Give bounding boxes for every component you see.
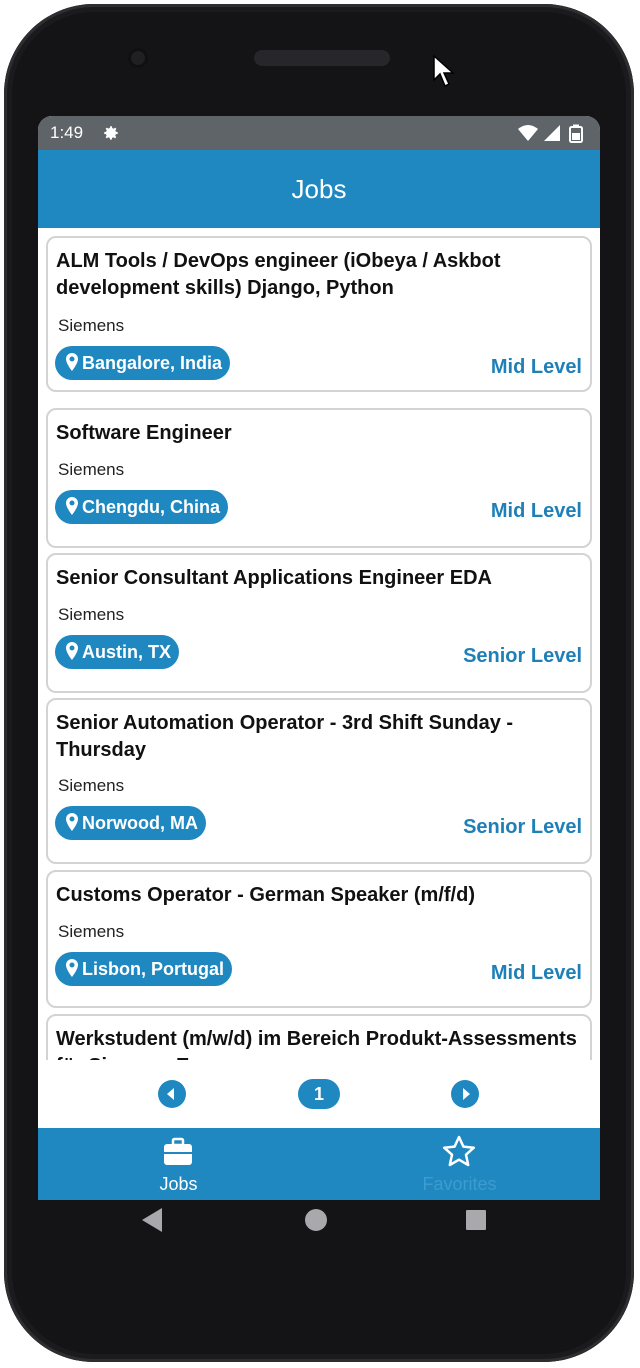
phone-frame: 1:49 Jobs ALM Tools / DevOps engineer (i… bbox=[4, 4, 634, 1362]
job-company: Siemens bbox=[58, 922, 125, 941]
job-level: Mid Level bbox=[490, 356, 582, 378]
job-title: ALM Tools / DevOps engineer (iObeya / As… bbox=[56, 250, 501, 299]
next-page-button[interactable] bbox=[451, 1080, 479, 1108]
gear-icon bbox=[104, 126, 118, 140]
tab-jobs[interactable]: Jobs bbox=[38, 1128, 319, 1200]
device-screen: 1:49 Jobs ALM Tools / DevOps engineer (i… bbox=[38, 116, 600, 1200]
chevron-right-icon bbox=[463, 1088, 470, 1100]
map-pin-icon bbox=[66, 813, 78, 831]
battery-icon bbox=[569, 124, 583, 143]
location-text: Bangalore, India bbox=[82, 353, 223, 373]
map-pin-icon bbox=[66, 353, 78, 371]
job-company: Siemens bbox=[58, 776, 125, 795]
job-company: Siemens bbox=[58, 460, 125, 479]
tab-favorites[interactable]: Favorites bbox=[319, 1128, 600, 1200]
job-title: Customs Operator - German Speaker (m/f/d… bbox=[56, 884, 475, 906]
job-card[interactable]: Customs Operator - German Speaker (m/f/d… bbox=[46, 870, 592, 1008]
page-title: Jobs bbox=[291, 174, 347, 204]
job-card[interactable]: Werkstudent (m/w/d) im Bereich Produkt-A… bbox=[46, 1014, 592, 1060]
recent-apps-icon bbox=[466, 1210, 486, 1230]
location-text: Norwood, MA bbox=[82, 813, 198, 833]
back-icon bbox=[142, 1208, 162, 1232]
previous-page-button[interactable] bbox=[158, 1080, 186, 1108]
briefcase-icon bbox=[164, 1137, 192, 1165]
job-level: Mid Level bbox=[490, 962, 582, 984]
job-level: Mid Level bbox=[490, 500, 582, 522]
signal-icon bbox=[544, 125, 560, 141]
bottom-tab-bar: Jobs Favorites bbox=[38, 1128, 600, 1200]
location-text: Austin, TX bbox=[82, 642, 171, 662]
location-badge: Lisbon, Portugal bbox=[55, 952, 232, 986]
job-level: Senior Level bbox=[463, 645, 582, 667]
pagination: 1 bbox=[38, 1060, 600, 1128]
app-bar: Jobs bbox=[38, 150, 600, 228]
location-badge: Austin, TX bbox=[55, 635, 179, 669]
chevron-left-icon bbox=[167, 1088, 174, 1100]
wifi-icon bbox=[518, 125, 538, 141]
location-badge: Norwood, MA bbox=[55, 806, 206, 840]
job-list[interactable]: ALM Tools / DevOps engineer (iObeya / As… bbox=[38, 228, 600, 1060]
location-text: Lisbon, Portugal bbox=[82, 959, 224, 979]
front-camera bbox=[128, 48, 148, 68]
tab-favorites-label: Favorites bbox=[422, 1174, 497, 1194]
android-nav-bar bbox=[142, 1208, 486, 1232]
earpiece-speaker bbox=[254, 50, 390, 66]
map-pin-icon bbox=[66, 959, 78, 977]
job-company: Siemens bbox=[58, 605, 125, 624]
job-card[interactable]: ALM Tools / DevOps engineer (iObeya / As… bbox=[46, 236, 592, 392]
status-indicators bbox=[518, 124, 583, 143]
mouse-cursor-icon bbox=[433, 54, 455, 88]
map-pin-icon bbox=[66, 642, 78, 660]
job-card[interactable]: Software Engineer Siemens Chengdu, China… bbox=[46, 408, 592, 548]
job-title: Senior Automation Operator - 3rd Shift S… bbox=[56, 712, 514, 761]
location-badge: Bangalore, India bbox=[55, 346, 231, 380]
job-title: Werkstudent (m/w/d) im Bereich Produkt-A… bbox=[56, 1028, 577, 1060]
status-time: 1:49 bbox=[50, 123, 84, 142]
home-icon bbox=[305, 1209, 327, 1231]
map-pin-icon bbox=[66, 497, 78, 515]
job-company: Siemens bbox=[58, 316, 125, 335]
job-title: Senior Consultant Applications Engineer … bbox=[56, 567, 492, 589]
tab-jobs-label: Jobs bbox=[159, 1174, 198, 1194]
location-text: Chengdu, China bbox=[82, 497, 220, 517]
job-title: Software Engineer bbox=[56, 422, 232, 444]
current-page-indicator[interactable]: 1 bbox=[298, 1079, 340, 1109]
job-level: Senior Level bbox=[463, 816, 582, 838]
job-card[interactable]: Senior Automation Operator - 3rd Shift S… bbox=[46, 698, 592, 864]
job-card[interactable]: Senior Consultant Applications Engineer … bbox=[46, 553, 592, 693]
star-icon bbox=[442, 1135, 476, 1167]
location-badge: Chengdu, China bbox=[55, 490, 228, 524]
status-bar: 1:49 bbox=[38, 116, 600, 150]
